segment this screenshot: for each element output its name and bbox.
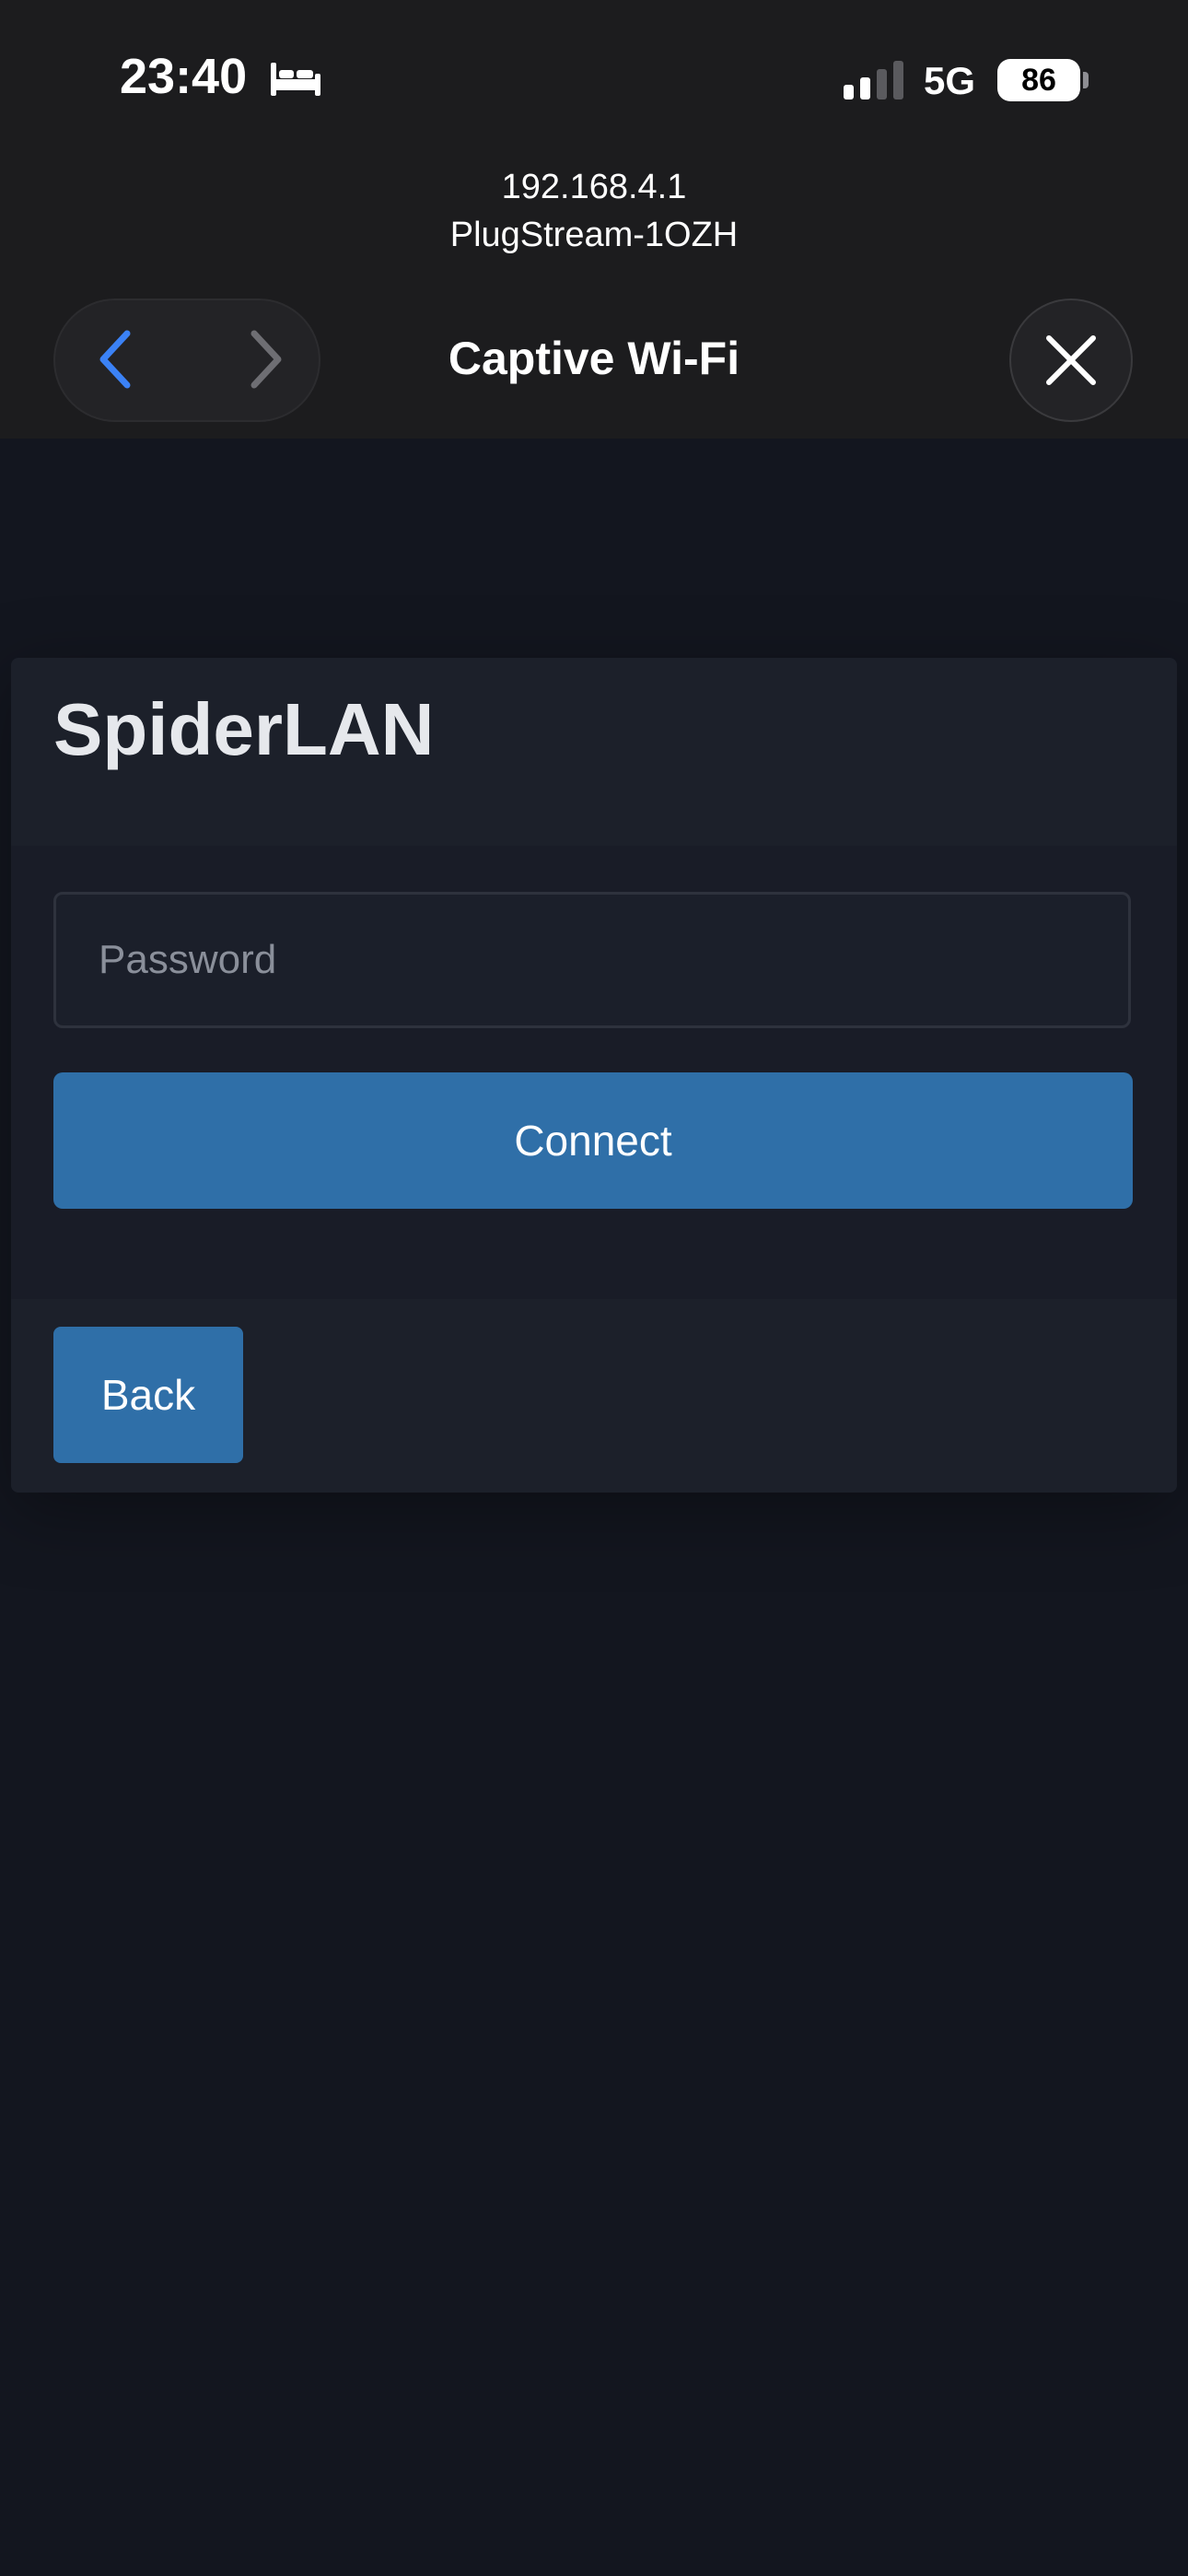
- connect-button[interactable]: Connect: [53, 1072, 1133, 1209]
- page-title: Captive Wi-Fi: [448, 333, 740, 384]
- host-address: 192.168.4.1: [501, 168, 687, 206]
- status-time: 23:40: [120, 49, 248, 104]
- network-type: 5G: [924, 59, 976, 102]
- battery-icon: [1083, 72, 1089, 88]
- password-input[interactable]: [53, 892, 1131, 1028]
- bed-icon: [271, 63, 320, 96]
- card-title: SpiderLAN: [53, 688, 435, 770]
- cellular-signal-icon: [844, 61, 903, 100]
- battery-level: 86: [997, 59, 1080, 101]
- network-name: PlugStream-1OZH: [449, 216, 739, 254]
- card-header: SpiderLAN: [11, 658, 1177, 846]
- back-button[interactable]: Back: [53, 1327, 243, 1463]
- login-card: SpiderLAN Connect Back: [11, 658, 1177, 1493]
- close-button[interactable]: [1011, 300, 1131, 420]
- status-bar: 23:40 5G 86: [0, 0, 1188, 166]
- card-footer: Back: [11, 1299, 1177, 1493]
- close-icon: [1046, 335, 1096, 385]
